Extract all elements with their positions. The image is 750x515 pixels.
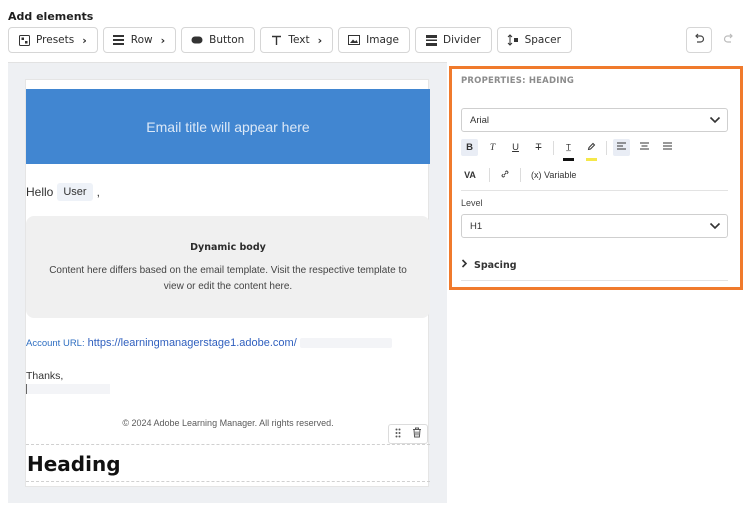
thanks-text[interactable]: Thanks, (26, 370, 63, 382)
text-icon (270, 34, 282, 46)
chevron-right-icon (461, 259, 468, 271)
presets-icon (18, 34, 30, 46)
account-url-line[interactable]: Account URL: https://learningmanagerstag… (26, 337, 392, 349)
toolbar-separator (489, 168, 490, 182)
image-icon (348, 34, 361, 46)
redacted-signature (26, 384, 110, 394)
history-controls (686, 27, 742, 53)
toolbar-separator (606, 140, 607, 155)
heading-block[interactable]: Heading (26, 444, 430, 482)
presets-label: Presets (36, 34, 75, 46)
spacing-label: Spacing (474, 259, 517, 271)
link-icon[interactable] (500, 166, 510, 184)
redo-button[interactable] (716, 27, 742, 53)
spacing-section-toggle[interactable]: Spacing (461, 259, 517, 271)
button-label: Button (209, 34, 245, 46)
align-center-icon (640, 142, 649, 153)
align-left-button[interactable] (613, 139, 630, 156)
insert-variable-button[interactable]: (x) Variable (531, 170, 576, 180)
formatting-toolbar-secondary: VA (x) Variable (461, 166, 576, 184)
heading-text: Heading (27, 452, 121, 476)
trash-icon[interactable] (412, 425, 422, 443)
presets-button[interactable]: Presets › (8, 27, 98, 53)
dynamic-body-description: Content here differs based on the email … (49, 265, 407, 292)
email-header[interactable]: Email title will appear here (26, 89, 430, 164)
spacer-button[interactable]: Spacer (496, 27, 572, 53)
align-justify-icon (663, 142, 672, 153)
divider-icon (425, 34, 437, 46)
highlight-button[interactable] (583, 139, 600, 161)
highlighter-icon (587, 142, 596, 154)
text-color-button[interactable]: T̲ (560, 139, 577, 161)
button-element-button[interactable]: Button (181, 27, 256, 53)
properties-panel: PROPERTIES: HEADING Arial B T U T T̲ VA … (449, 66, 743, 290)
properties-title: PROPERTIES: HEADING (461, 76, 575, 86)
divider-label: Divider (443, 34, 481, 46)
toolbar-separator (520, 168, 521, 182)
drag-handle-icon[interactable] (395, 425, 401, 443)
font-family-value: Arial (470, 114, 490, 126)
undo-icon (693, 31, 705, 49)
undo-button[interactable] (686, 27, 712, 53)
chevron-right-icon: › (160, 33, 166, 47)
underline-button[interactable]: U (507, 139, 524, 156)
heading-level-value: H1 (470, 220, 483, 232)
text-label: Text (288, 34, 310, 46)
italic-icon: T (489, 142, 496, 153)
heading-level-select[interactable]: H1 (461, 214, 728, 238)
highlight-color-swatch (586, 158, 597, 161)
dynamic-body-title: Dynamic body (190, 242, 266, 253)
greeting-line[interactable]: Hello User , (26, 183, 100, 201)
bold-button[interactable]: B (461, 139, 478, 156)
panel-divider (461, 190, 728, 191)
email-title-placeholder: Email title will appear here (146, 118, 310, 135)
divider-button[interactable]: Divider (415, 27, 492, 53)
letter-spacing-button[interactable]: VA (461, 170, 479, 180)
greeting-suffix: , (96, 185, 100, 199)
text-color-swatch (563, 158, 574, 161)
toolbar-title: Add elements (8, 10, 94, 23)
align-center-button[interactable] (636, 139, 653, 156)
strikethrough-button[interactable]: T (530, 139, 547, 156)
formatting-toolbar: B T U T T̲ (461, 139, 676, 161)
chevron-right-icon: › (82, 33, 87, 47)
strikethrough-icon: T (535, 142, 542, 153)
account-url-label: Account URL: (26, 337, 85, 349)
bold-icon: B (466, 142, 473, 153)
copyright-text[interactable]: © 2024 Adobe Learning Manager. All right… (26, 418, 430, 428)
chevron-down-icon (709, 115, 721, 128)
panel-divider (461, 280, 728, 281)
align-justify-button[interactable] (659, 139, 676, 156)
italic-button[interactable]: T (484, 139, 501, 156)
text-button[interactable]: Text › (260, 27, 334, 53)
block-actions (388, 424, 428, 444)
elements-toolbar: Presets › Row › Button Text › Image Divi… (8, 27, 572, 53)
dynamic-body-block[interactable]: Dynamic body Content here differs based … (26, 216, 430, 318)
underline-icon: U (512, 142, 519, 153)
row-button[interactable]: Row › (102, 27, 177, 53)
chevron-right-icon: › (317, 33, 323, 47)
email-preview: Email title will appear here Hello User … (25, 79, 430, 487)
redo-icon (723, 31, 735, 49)
image-button[interactable]: Image (338, 27, 411, 53)
account-url-link[interactable]: https://learningmanagerstage1.adobe.com/ (88, 337, 297, 349)
row-icon (113, 34, 125, 46)
user-variable-tag: User (57, 183, 93, 201)
spacer-icon (507, 34, 519, 46)
row-label: Row (130, 34, 153, 46)
email-canvas: Email title will appear here Hello User … (8, 62, 447, 503)
image-label: Image (366, 34, 400, 46)
spacer-label: Spacer (524, 34, 561, 46)
toolbar-separator (553, 140, 554, 155)
font-family-select[interactable]: Arial (461, 108, 728, 132)
chevron-down-icon (709, 221, 721, 234)
redacted-url-segment (299, 338, 392, 348)
greeting-text: Hello (26, 185, 54, 199)
text-color-icon: T̲ (566, 143, 571, 152)
button-icon (191, 34, 203, 46)
align-left-icon (617, 142, 626, 153)
level-label: Level (461, 198, 483, 208)
